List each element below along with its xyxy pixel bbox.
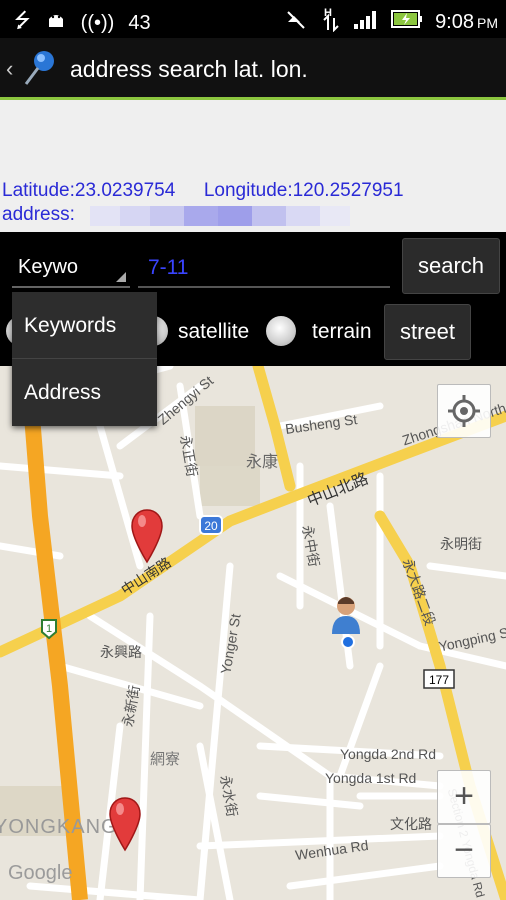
hwy-177-label: 177 — [429, 673, 449, 687]
search-button[interactable]: search — [402, 238, 500, 294]
red-pin-marker[interactable] — [108, 796, 142, 852]
dropdown-option-address[interactable]: Address — [12, 359, 157, 425]
search-mode-spinner[interactable]: Keywo — [12, 246, 130, 288]
coordinates-text: Latitude:23.0239754 Longitude:120.252795… — [2, 180, 404, 201]
action-bar: ‹ address search lat. lon. — [0, 38, 506, 100]
crosshair-icon — [448, 395, 480, 427]
coordinates-panel: Latitude:23.0239754 Longitude:120.252795… — [0, 100, 506, 232]
satellite-label: satellite — [178, 320, 250, 343]
back-chevron-icon[interactable]: ‹ — [6, 56, 13, 82]
zoom-out-button[interactable]: − — [437, 824, 491, 878]
hwy-20-label: 20 — [204, 519, 218, 533]
hwy-1-label: 1 — [46, 623, 52, 635]
map-label: 永興路 — [100, 644, 142, 660]
mute-icon — [285, 8, 307, 36]
dropdown-option-keywords[interactable]: Keywords — [12, 292, 157, 359]
terrain-label: terrain — [312, 320, 372, 343]
signal-icon — [353, 8, 379, 36]
clock: 9:08 PM — [435, 10, 498, 33]
usb-icon: ⭍ — [14, 10, 31, 32]
search-input[interactable]: 7-11 — [138, 246, 390, 288]
address-text: address: — [2, 204, 75, 225]
data-transfer-icon: H — [319, 6, 341, 38]
red-pin-marker[interactable] — [130, 508, 164, 564]
search-mode-dropdown: Keywords Address — [12, 292, 157, 426]
battery-charging-icon — [391, 9, 423, 35]
latitude-value: 23.0239754 — [74, 180, 176, 201]
map-label: 網寮 — [150, 751, 181, 768]
android-debug-icon — [45, 9, 67, 37]
street-button[interactable]: street — [384, 304, 471, 360]
status-bar: ⭍ ((•)) 43 H 9:08 PM — [0, 0, 506, 38]
map-radio-terrain[interactable] — [266, 316, 296, 346]
zoom-in-button[interactable]: + — [437, 770, 491, 824]
wifi-hotspot-icon: ((•)) — [80, 11, 115, 34]
user-location-marker[interactable] — [328, 594, 364, 650]
address-value-redacted — [90, 206, 350, 226]
map-label: Yongda 1st Rd — [325, 770, 417, 786]
map-label: YONGKANG — [0, 816, 118, 838]
pushpin-icon[interactable] — [20, 48, 58, 86]
longitude-value: 120.2527951 — [292, 180, 404, 201]
map-label: 文化路 — [390, 816, 432, 832]
map-label: Yongda 2nd Rd — [340, 746, 437, 762]
google-logo: Google — [8, 862, 73, 884]
map-view[interactable]: 20 1 177 Zhengyi St Busheng St Zhongshan… — [0, 366, 506, 900]
dropdown-arrow-icon — [116, 272, 126, 282]
notification-count: 43 — [128, 11, 151, 34]
my-location-button[interactable] — [437, 384, 491, 438]
page-title: address search lat. lon. — [70, 56, 308, 82]
map-label: 永康 — [246, 454, 279, 471]
map-label: 永明街 — [440, 536, 482, 552]
